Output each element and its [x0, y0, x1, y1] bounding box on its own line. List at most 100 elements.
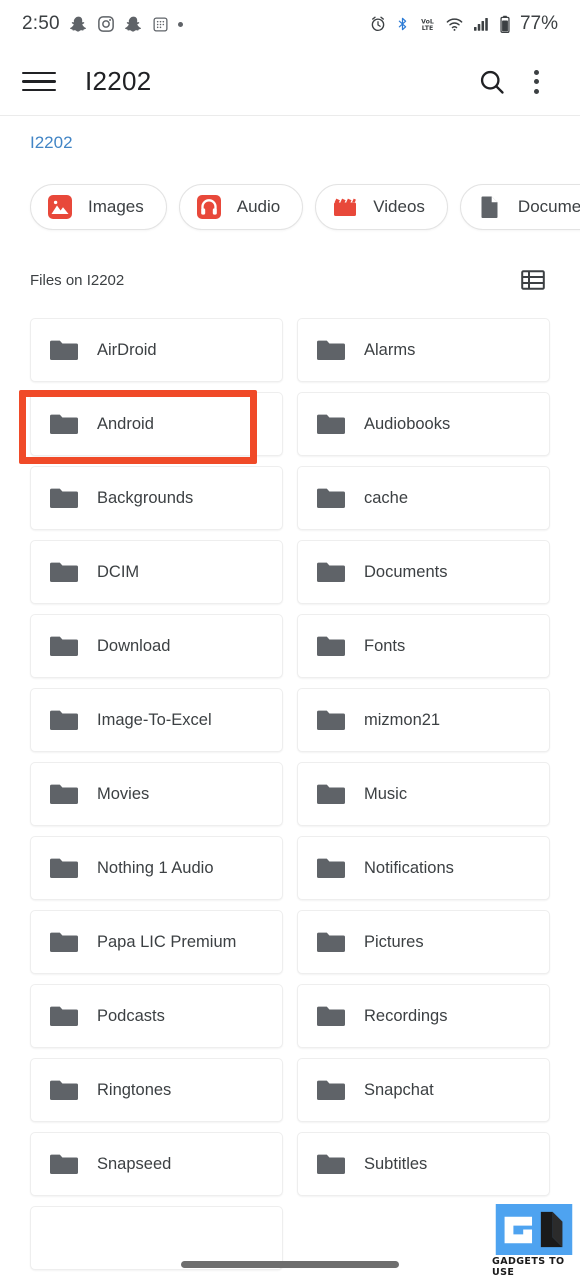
folder-name: Ringtones: [97, 1080, 172, 1099]
folder-icon: [317, 858, 345, 878]
folder-tile[interactable]: DCIM: [30, 540, 283, 604]
signal-icon: [472, 15, 491, 33]
folder-name: DCIM: [97, 562, 140, 581]
folder-name: Fonts: [364, 636, 406, 655]
folder-tile[interactable]: AirDroid: [30, 318, 283, 382]
folder-tile[interactable]: Pictures: [297, 910, 550, 974]
folder-tile[interactable]: Alarms: [297, 318, 550, 382]
folder-icon: [317, 636, 345, 656]
folder-icon: [50, 1154, 78, 1174]
breadcrumb: I2202: [0, 117, 580, 169]
folder-tile[interactable]: Image-To-Excel: [30, 688, 283, 752]
folder-tile[interactable]: Ringtones: [30, 1058, 283, 1122]
list-view-icon[interactable]: [516, 265, 550, 295]
filter-chip-documents[interactable]: Documents: [459, 184, 580, 230]
clapper-icon: [330, 192, 360, 222]
folder-name: Backgrounds: [97, 488, 194, 507]
document-icon: [475, 192, 505, 222]
filter-chip-row: Images Audio Videos Docume: [0, 180, 580, 234]
folder-tile[interactable]: Audiobooks: [297, 392, 550, 456]
folder-name: Documents: [364, 562, 448, 581]
folder-name: Pictures: [364, 932, 424, 951]
folder-name: mizmon21: [364, 710, 441, 729]
folder-name: Notifications: [364, 858, 454, 877]
page-title: I2202: [85, 66, 152, 96]
status-bar-right: VoL LTE 77%: [369, 13, 558, 35]
folder-tile[interactable]: Papa LIC Premium: [30, 910, 283, 974]
folder-tile[interactable]: Recordings: [297, 984, 550, 1048]
folder-tile[interactable]: cache: [297, 466, 550, 530]
svg-text:VoL: VoL: [421, 18, 434, 25]
folder-tile[interactable]: Android: [30, 392, 283, 456]
filter-chip-label: Images: [88, 197, 144, 216]
folder-name: Snapchat: [364, 1080, 434, 1099]
filter-chip-label: Documents: [517, 197, 580, 216]
home-gesture-pill[interactable]: [181, 1260, 399, 1268]
filter-chip-label: Videos: [373, 197, 425, 216]
folder-tile[interactable]: Download: [30, 614, 283, 678]
hamburger-menu-icon[interactable]: [22, 70, 56, 94]
folder-icon: [50, 710, 78, 730]
wifi-icon: [445, 15, 464, 33]
folder-icon: [50, 784, 78, 804]
filter-chip-videos[interactable]: Videos: [315, 184, 448, 230]
snapchat-icon: [124, 15, 143, 34]
folder-name: Download: [97, 636, 171, 655]
folder-tile[interactable]: Music: [297, 762, 550, 826]
section-title: Files on I2202: [30, 271, 125, 289]
folder-tile[interactable]: Backgrounds: [30, 466, 283, 530]
folder-name: Audiobooks: [364, 414, 451, 433]
folder-tile[interactable]: Movies: [30, 762, 283, 826]
folder-icon: [50, 932, 78, 952]
section-header: Files on I2202: [0, 258, 580, 302]
more-dot-icon: [177, 21, 183, 27]
folder-name: cache: [364, 488, 409, 507]
folder-icon: [50, 858, 78, 878]
folder-name: Snapseed: [97, 1154, 172, 1173]
folder-icon: [50, 340, 78, 360]
status-bar-left: 2:50: [22, 13, 369, 35]
bluetooth-icon: [395, 15, 410, 33]
folder-name: Podcasts: [97, 1006, 165, 1025]
folder-tile[interactable]: Fonts: [297, 614, 550, 678]
folder-name: Movies: [97, 784, 150, 803]
folder-tile[interactable]: Podcasts: [30, 984, 283, 1048]
folder-icon: [317, 414, 345, 434]
folder-name: Nothing 1 Audio: [97, 858, 214, 877]
folder-tile[interactable]: Nothing 1 Audio: [30, 836, 283, 900]
headphone-icon: [194, 192, 224, 222]
folder-tile[interactable]: Snapchat: [297, 1058, 550, 1122]
filter-chip-audio[interactable]: Audio: [178, 184, 304, 230]
folder-name: Papa LIC Premium: [97, 932, 237, 951]
folder-icon: [317, 1154, 345, 1174]
folder-tile[interactable]: Subtitles: [297, 1132, 550, 1196]
folder-icon: [50, 636, 78, 656]
keypad-icon: [152, 16, 169, 33]
folder-tile[interactable]: mizmon21: [297, 688, 550, 752]
folder-tile[interactable]: Notifications: [297, 836, 550, 900]
folder-name: Recordings: [364, 1006, 448, 1025]
app-bar: I2202: [0, 48, 580, 116]
folder-tile[interactable]: Snapseed: [30, 1132, 283, 1196]
folder-name: AirDroid: [97, 340, 157, 359]
filter-chip-images[interactable]: Images: [30, 184, 167, 230]
battery-icon: [499, 15, 511, 34]
folder-tile[interactable]: Documents: [297, 540, 550, 604]
folder-icon: [317, 784, 345, 804]
more-vert-icon[interactable]: [514, 60, 558, 104]
search-icon[interactable]: [470, 60, 514, 104]
folder-icon: [317, 562, 345, 582]
folder-icon: [317, 1006, 345, 1026]
folder-name: Android: [97, 414, 154, 433]
folder-icon: [50, 488, 78, 508]
folder-icon: [50, 1006, 78, 1026]
phone-screen: 2:50 VoL LTE 77% I2202 I2202 Images Audi…: [0, 0, 580, 1284]
breadcrumb-item-root[interactable]: I2202: [30, 133, 73, 153]
folder-name: Alarms: [364, 340, 416, 359]
navigation-bar: [0, 1244, 580, 1284]
folder-icon: [317, 932, 345, 952]
folder-grid: AirDroid Alarms Android Audiobooks Backgroun…: [0, 318, 580, 1284]
volte-icon: VoL LTE: [418, 15, 437, 33]
filter-chip-label: Audio: [236, 197, 281, 216]
folder-icon: [317, 710, 345, 730]
